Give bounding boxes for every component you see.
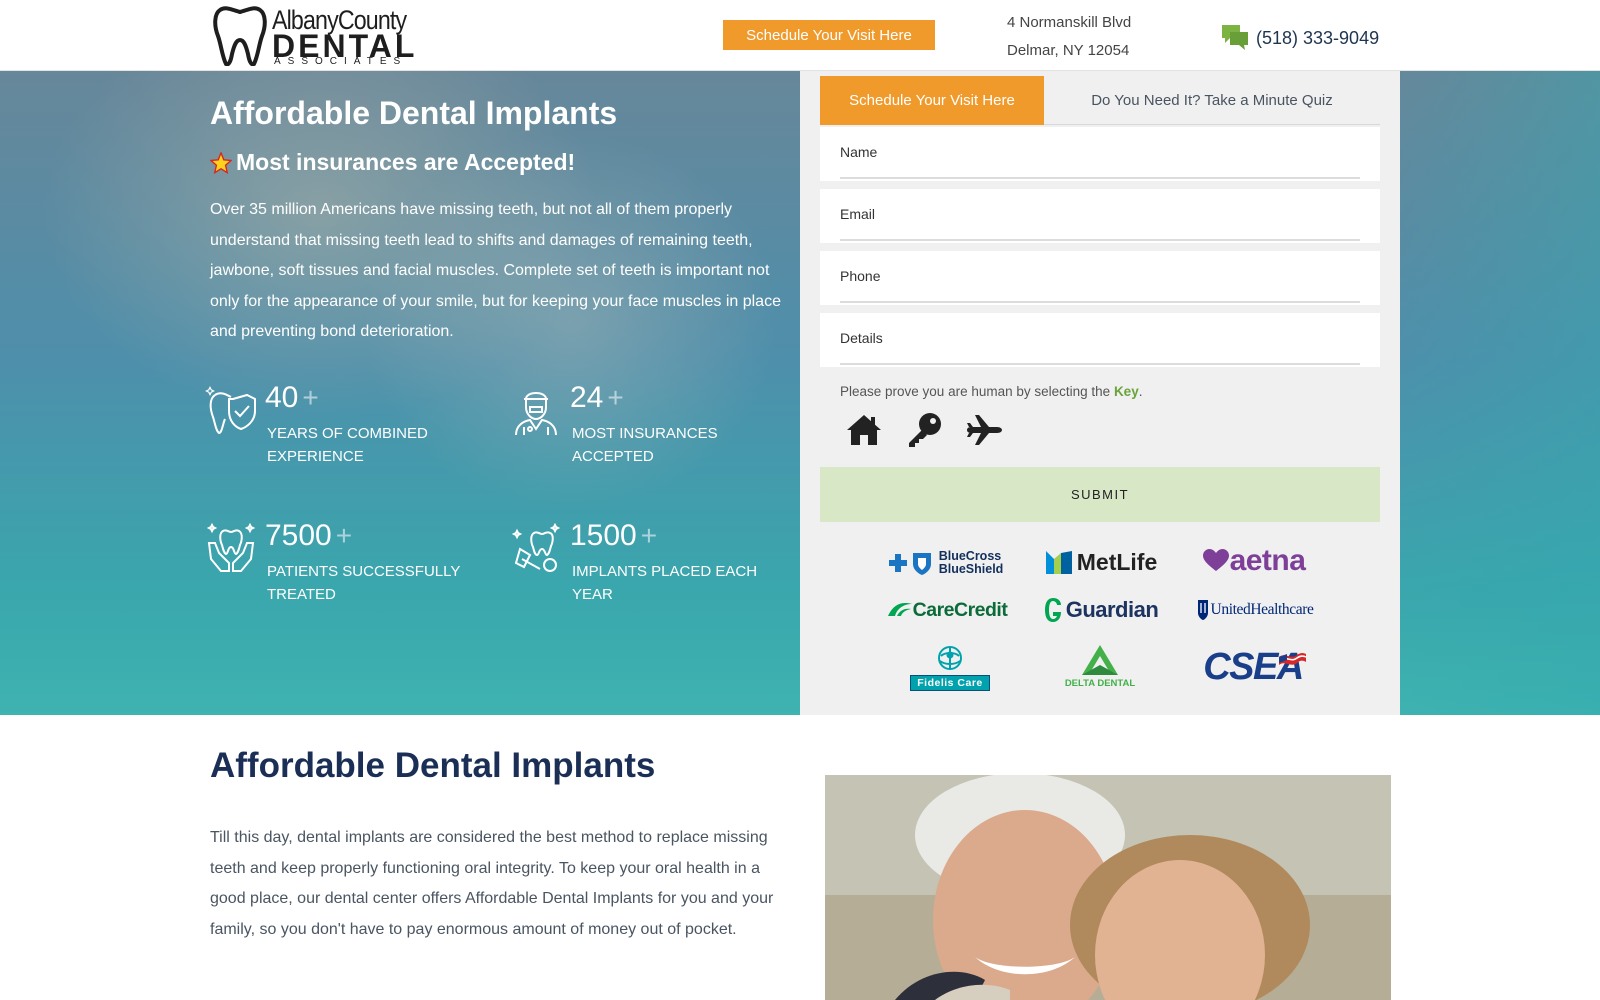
stat-number-value: 40 (265, 381, 299, 414)
hero-subtitle: Most insurances are Accepted! (210, 149, 575, 176)
metlife-text: MetLife (1076, 548, 1158, 575)
stat-implants: 1500 + Implants placed each year (510, 519, 780, 609)
key-icon (909, 413, 941, 447)
stat-number: 7500 + (265, 519, 352, 553)
tab-quiz[interactable]: Do You Need It? Take a Minute Quiz (1044, 76, 1380, 125)
email-label: Email (840, 206, 876, 222)
stat-number-value: 24 (570, 381, 604, 414)
phone-input[interactable] (840, 289, 1360, 303)
bcbs-logo: BlueCross BlueShield (882, 546, 1008, 580)
stat-patients: 7500 + Patients successfully treated (205, 519, 475, 609)
details-label: Details (840, 330, 883, 346)
hero-right-gradient (1380, 71, 1600, 715)
captcha-keyword: Key (1113, 384, 1139, 399)
aetna-text: aetna (1229, 544, 1306, 577)
fidelis-globe-icon (938, 645, 962, 670)
hero-subtitle-text: Most insurances are Accepted! (236, 149, 576, 175)
stat-plus: + (302, 382, 319, 413)
stat-number-value: 1500 (570, 519, 637, 552)
implant-icon (511, 523, 561, 572)
hero-title: Affordable Dental Implants (210, 95, 618, 131)
address-line1: 4 Normanskill Blvd (1007, 14, 1132, 31)
stat-label: Years of combined experience (267, 425, 428, 465)
unitedhealthcare-logo: UnitedHealthcare (1188, 595, 1322, 625)
phone-label: Phone (840, 268, 881, 284)
address-line2: Delmar, NY 12054 (1007, 42, 1130, 59)
email-field[interactable]: Email (820, 189, 1380, 243)
dentist-icon (515, 392, 557, 436)
stat-number: 1500 + (570, 519, 657, 553)
flag-icon (1278, 653, 1307, 665)
carecredit-swoosh-icon (887, 603, 912, 616)
metlife-logo: MetLife (1040, 545, 1162, 579)
hands-tooth-icon (206, 523, 256, 572)
section-title: Affordable Dental Implants (210, 746, 656, 785)
heart-icon (1202, 549, 1229, 571)
captcha-key-option[interactable] (902, 410, 946, 450)
couple-photo-illustration (825, 775, 1391, 1000)
phone-number: (518) 333-9049 (1256, 27, 1380, 48)
header-address: 4 Normanskill Blvd Delmar, NY 12054 (1007, 9, 1131, 65)
phone-field[interactable]: Phone (820, 251, 1380, 305)
submit-button[interactable]: SUBMIT (820, 467, 1380, 522)
name-field[interactable]: Name (820, 127, 1380, 181)
fidelis-text: Fidelis Care (910, 674, 990, 691)
details-field[interactable]: Details (820, 313, 1380, 367)
site-header: AlbanyCounty DENTAL ASSOCIATES Schedule … (0, 0, 1600, 71)
name-label: Name (840, 144, 878, 160)
hero-paragraph: Over 35 million Americans have missing t… (210, 201, 781, 340)
stat-number: 24 + (570, 381, 624, 415)
stat-label: Implants placed each year (572, 563, 758, 603)
carecredit-text: CareCredit (912, 598, 1008, 621)
stat-plus: + (335, 520, 353, 551)
delta-dental-logo: DELTA DENTAL (1040, 637, 1160, 695)
stat-plus: + (607, 382, 624, 413)
guardian-g-icon (1044, 598, 1061, 622)
stat-experience: 40 + Years of combined experience (205, 381, 475, 471)
bcbs-cross-shield-icon (888, 553, 931, 575)
star-icon (210, 151, 232, 174)
stat-label: Patients successfully treated (267, 563, 461, 603)
name-input[interactable] (840, 165, 1360, 179)
guardian-logo: Guardian (1034, 593, 1168, 627)
tab-schedule-visit[interactable]: Schedule Your Visit Here (820, 76, 1044, 125)
details-input[interactable] (840, 351, 1360, 365)
delta-triangle-icon (1082, 645, 1118, 675)
captcha-prompt: Please prove you are human by selecting … (840, 384, 1142, 399)
uhc-shield-icon (1197, 600, 1208, 620)
header-phone-link[interactable]: (518) 333-9049 (1222, 23, 1379, 53)
email-input[interactable] (840, 227, 1360, 241)
captcha-period: . (1138, 384, 1143, 399)
metlife-m-icon (1045, 551, 1072, 574)
captcha-airplane-option[interactable] (962, 410, 1006, 450)
logo-text-associates: ASSOCIATES (274, 56, 408, 67)
csea-logo: CSEA (1190, 645, 1320, 689)
stat-number-value: 7500 (265, 519, 332, 552)
stat-plus: + (640, 520, 658, 551)
captcha-home-option[interactable] (842, 410, 886, 450)
carecredit-logo: CareCredit (878, 594, 1016, 626)
home-icon (847, 415, 881, 445)
guardian-text: Guardian (1065, 597, 1159, 622)
bcbs-line2: BlueShield (938, 562, 1004, 576)
chat-bubbles-icon (1222, 25, 1248, 50)
header-schedule-button[interactable]: Schedule Your Visit Here (723, 20, 935, 50)
tooth-logo-icon (213, 6, 267, 66)
section-paragraph: Till this day, dental implants are consi… (210, 829, 774, 938)
uhc-text: UnitedHealthcare (1210, 601, 1314, 618)
captcha-prompt-text: Please prove you are human by selecting … (840, 384, 1111, 399)
airplane-icon (967, 415, 1002, 445)
site-logo[interactable]: AlbanyCounty DENTAL ASSOCIATES (212, 2, 422, 67)
stat-number: 40 + (265, 381, 319, 415)
tooth-shield-icon (205, 386, 256, 435)
couple-photo (825, 775, 1391, 1000)
stat-insurances: 24 + Most insurances accepted (510, 381, 780, 471)
schedule-form-panel: Schedule Your Visit Here Do You Need It?… (800, 71, 1400, 715)
delta-text: DELTA DENTAL (1064, 678, 1136, 689)
aetna-logo: aetna (1188, 543, 1320, 579)
fidelis-care-logo: Fidelis Care (900, 641, 1000, 695)
stat-label: Most insurances accepted (572, 425, 718, 465)
